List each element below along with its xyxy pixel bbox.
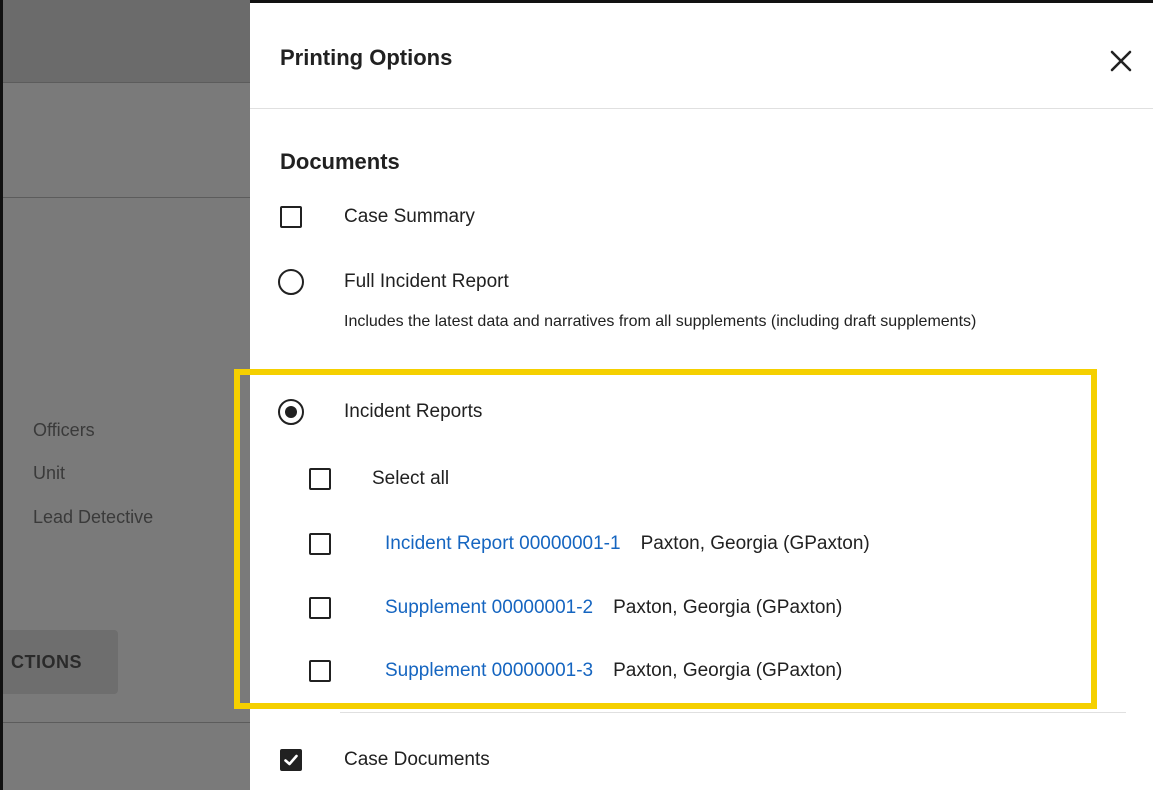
supplement-2-owner: Paxton, Georgia (GPaxton) <box>613 597 843 618</box>
case-summary-label: Case Summary <box>344 206 475 227</box>
background-label-officers: Officers <box>33 420 95 440</box>
dialog-title: Printing Options <box>280 45 453 70</box>
full-incident-report-option[interactable]: Full Incident Report <box>278 269 509 295</box>
check-icon <box>284 754 298 766</box>
case-documents-label: Case Documents <box>344 749 490 770</box>
incident-reports-label: Incident Reports <box>344 401 483 422</box>
close-icon <box>1110 50 1132 72</box>
dialog-header: Printing Options <box>250 3 1153 109</box>
full-incident-report-label: Full Incident Report <box>344 271 509 292</box>
incident-reports-radio[interactable] <box>278 399 304 425</box>
case-summary-checkbox[interactable] <box>280 206 302 228</box>
case-documents-checkbox[interactable] <box>280 749 302 771</box>
supplement-3-owner: Paxton, Georgia (GPaxton) <box>613 660 843 681</box>
full-incident-report-radio[interactable] <box>278 269 304 295</box>
case-summary-option[interactable]: Case Summary <box>280 206 475 228</box>
select-all-checkbox[interactable] <box>309 468 331 490</box>
select-all-label: Select all <box>372 468 450 489</box>
supplement-2-link[interactable]: Supplement 00000001-2 <box>385 597 593 619</box>
incident-report-1-checkbox[interactable] <box>309 533 331 555</box>
printing-options-dialog: Printing Options Documents Case Summary … <box>250 0 1153 790</box>
background-label-lead-detective: Lead Detective <box>33 507 154 527</box>
list-item: Incident Report 00000001-1 Paxton, Georg… <box>309 533 870 555</box>
list-item: Supplement 00000001-3 Paxton, Georgia (G… <box>309 660 842 682</box>
close-button[interactable] <box>1103 43 1139 79</box>
radio-selected-dot <box>285 406 297 418</box>
background-app-bar <box>3 0 250 83</box>
case-documents-option[interactable]: Case Documents <box>280 749 490 771</box>
background-sub-header <box>3 83 250 198</box>
background-actions-button: CTIONS <box>3 630 118 694</box>
supplement-3-checkbox[interactable] <box>309 660 331 682</box>
background-divider <box>3 722 250 723</box>
incident-report-1-owner: Paxton, Georgia (GPaxton) <box>640 533 870 554</box>
supplement-2-checkbox[interactable] <box>309 597 331 619</box>
incident-reports-option[interactable]: Incident Reports <box>278 399 482 425</box>
full-incident-report-description: Includes the latest data and narratives … <box>344 313 977 330</box>
documents-section-title: Documents <box>280 149 400 174</box>
supplement-3-link[interactable]: Supplement 00000001-3 <box>385 660 593 682</box>
background-app-overlay: Officers Unit Lead Detective CTIONS <box>0 0 250 790</box>
list-item: Supplement 00000001-2 Paxton, Georgia (G… <box>309 597 842 619</box>
incident-report-1-link[interactable]: Incident Report 00000001-1 <box>385 533 621 555</box>
select-all-option[interactable]: Select all <box>309 468 449 490</box>
section-divider <box>340 712 1126 713</box>
background-label-unit: Unit <box>33 463 66 483</box>
